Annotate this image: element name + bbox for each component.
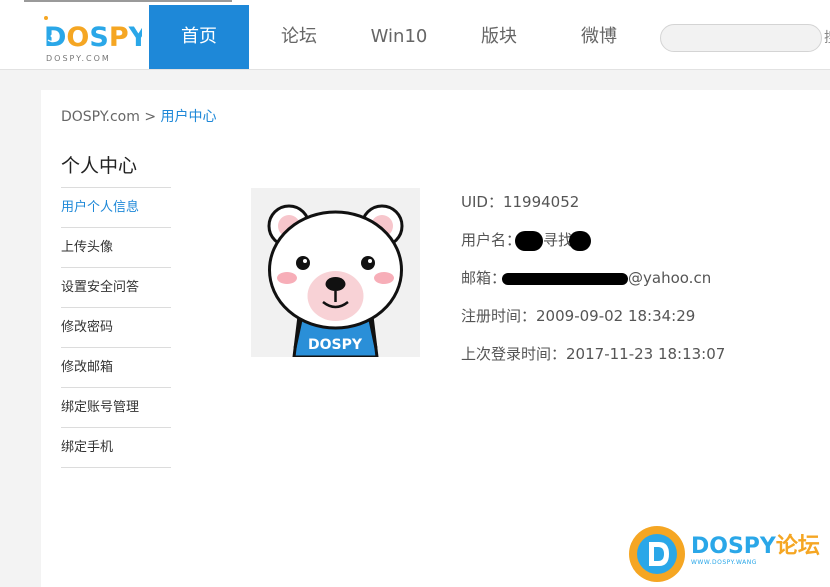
- nav-item-boards[interactable]: 版块: [449, 5, 549, 69]
- register-time-label: 注册时间：: [461, 307, 537, 325]
- sidebar-item-account-binding[interactable]: 绑定账号管理: [61, 387, 171, 427]
- nav-item-win10[interactable]: Win10: [349, 5, 449, 69]
- register-time-value: 2009-09-02 18:34:29: [536, 307, 696, 325]
- email-row: 邮箱： @yahoo.cn: [461, 267, 725, 305]
- dospy-watermark: DOSPY论坛 WWW.DOSPY.WANG: [625, 522, 830, 587]
- main-content: DOSPY.com > 用户中心 个人中心 用户个人信息 上传头像 设置安全问答…: [41, 90, 830, 587]
- breadcrumb-separator: >: [144, 109, 157, 125]
- nav-item-weibo[interactable]: 微博: [549, 5, 649, 69]
- sidebar-item-bind-phone[interactable]: 绑定手机: [61, 427, 171, 468]
- site-logo[interactable]: DOSPY DOSPY.COM: [42, 14, 149, 64]
- nav-item-forum[interactable]: 论坛: [249, 5, 349, 69]
- last-login-label: 上次登录时间：: [461, 345, 567, 363]
- breadcrumb-current[interactable]: 用户中心: [161, 109, 217, 125]
- watermark-logo-icon: [629, 526, 685, 582]
- logo-subtext: DOSPY.COM: [46, 54, 111, 63]
- shirt-text: DOSPY: [308, 337, 363, 353]
- sidebar-item-change-email[interactable]: 修改邮箱: [61, 347, 171, 387]
- sidebar-menu: 用户个人信息 上传头像 设置安全问答 修改密码 修改邮箱 绑定账号管理 绑定手机: [61, 187, 171, 468]
- watermark-brand: DOSPY论坛: [691, 528, 820, 560]
- site-header: DOSPY DOSPY.COM 首页 论坛 Win10 版块 微博 搜: [0, 5, 830, 70]
- email-suffix: @yahoo.cn: [628, 269, 712, 287]
- sidebar-item-security-qa[interactable]: 设置安全问答: [61, 267, 171, 307]
- watermark-brand-en: DOSPY: [691, 534, 776, 559]
- nav-item-home[interactable]: 首页: [149, 5, 249, 69]
- bear-avatar-image: DOSPY: [267, 204, 404, 357]
- redaction-mark: [502, 272, 629, 285]
- search-input[interactable]: [660, 24, 822, 52]
- sidebar-item-change-password[interactable]: 修改密码: [61, 307, 171, 347]
- watermark-url: WWW.DOSPY.WANG: [691, 559, 757, 566]
- sidebar-item-upload-avatar[interactable]: 上传头像: [61, 227, 171, 267]
- last-login-value: 2017-11-23 18:13:07: [566, 345, 726, 363]
- sidebar-item-profile-info[interactable]: 用户个人信息: [61, 187, 171, 227]
- last-login-row: 上次登录时间：2017-11-23 18:13:07: [461, 343, 725, 381]
- tab-strip-edge: [24, 0, 232, 2]
- profile-info: UID：11994052 用户名： 寻找 邮箱： @yahoo.cn 注册时间：20…: [461, 191, 725, 381]
- register-time-row: 注册时间：2009-09-02 18:34:29: [461, 305, 725, 343]
- email-label: 邮箱：: [461, 269, 507, 287]
- breadcrumb-root[interactable]: DOSPY.com: [61, 109, 140, 125]
- watermark-brand-cn: 论坛: [775, 534, 820, 559]
- username-label: 用户名：: [461, 231, 522, 249]
- search-button-partial[interactable]: 搜: [824, 27, 830, 47]
- avatar: DOSPY: [251, 188, 420, 357]
- main-nav: 首页 论坛 Win10 版块 微博: [149, 5, 649, 69]
- sidebar-title: 个人中心: [61, 155, 138, 177]
- redaction-mark: [569, 230, 592, 251]
- breadcrumb: DOSPY.com > 用户中心: [61, 106, 217, 126]
- uid-value: 11994052: [502, 193, 580, 211]
- logo-letters: DOSPY: [44, 22, 142, 53]
- username-row: 用户名： 寻找: [461, 229, 725, 267]
- redaction-mark: [515, 230, 544, 251]
- uid-label: UID：: [461, 193, 503, 211]
- uid-row: UID：11994052: [461, 191, 725, 229]
